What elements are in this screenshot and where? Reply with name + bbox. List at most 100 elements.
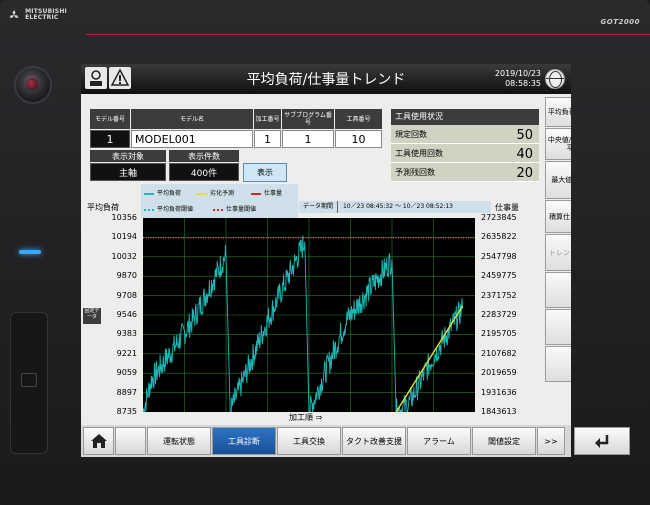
brand-line2: ELECTRIC bbox=[25, 14, 59, 21]
y-tick-label: 10032 bbox=[111, 251, 137, 261]
legend-item: 平均負荷閾値 bbox=[144, 204, 193, 213]
legend-item: 平均負荷 bbox=[144, 188, 181, 197]
y2-tick-label: 2107682 bbox=[481, 348, 517, 358]
operation-status-button[interactable]: 運転状態 bbox=[147, 427, 211, 455]
side-menu-button[interactable] bbox=[545, 309, 571, 345]
y2-axis-label: 仕事量 bbox=[495, 203, 519, 212]
tact-improvement-button[interactable]: タクト改善支援 bbox=[342, 427, 406, 455]
legend-item: 仕事量閾値 bbox=[213, 204, 256, 213]
y2-tick-label: 1931636 bbox=[481, 387, 517, 397]
globe-icon[interactable] bbox=[545, 69, 565, 89]
tool-number-value: 10 bbox=[335, 130, 382, 148]
usb-icon bbox=[21, 373, 37, 387]
legend-swatch bbox=[251, 192, 261, 195]
side-menu-button[interactable]: トレンドデータ bbox=[545, 234, 571, 271]
tool-usage-label: 規定回数 bbox=[395, 130, 427, 139]
y-tick-label: 9059 bbox=[116, 368, 137, 378]
home-button[interactable] bbox=[83, 427, 114, 455]
return-icon bbox=[595, 435, 609, 448]
tool-change-button[interactable]: 工具交換 bbox=[277, 427, 341, 455]
model-name: GOT2000 bbox=[600, 18, 640, 26]
threshold-setting-button[interactable]: 閾値設定 bbox=[472, 427, 536, 455]
legend-swatch bbox=[144, 192, 154, 195]
y-tick-label: 8897 bbox=[116, 387, 137, 397]
y2-tick-label: 2459775 bbox=[481, 271, 517, 281]
side-menu-button[interactable]: 平均負荷/仕事量 bbox=[545, 97, 571, 127]
tool-usage-title: 工具使用状況 bbox=[391, 109, 539, 125]
y2-tick-label: 2635822 bbox=[481, 232, 517, 242]
y2-tick-label: 2547798 bbox=[481, 251, 517, 261]
y2-tick-label: 2723845 bbox=[481, 213, 517, 222]
display-count-select[interactable]: 400件 bbox=[169, 163, 239, 181]
model-number-header: モデル番号 bbox=[90, 109, 130, 129]
legend-label: 平均負荷 bbox=[157, 190, 182, 197]
tool-number-header: 工具番号 bbox=[335, 109, 382, 129]
gear-person-icon[interactable] bbox=[85, 67, 107, 89]
tool-diagnosis-button[interactable]: 工具診断 bbox=[212, 427, 276, 455]
page-title: 平均負荷/仕事量トレンド bbox=[246, 72, 406, 88]
model-name-value: MODEL001 bbox=[131, 130, 253, 148]
mitsubishi-logo-icon bbox=[9, 9, 19, 18]
side-menu-button[interactable] bbox=[545, 272, 571, 308]
tool-usage-value: 50 bbox=[516, 128, 533, 143]
y-tick-label: 10356 bbox=[111, 213, 137, 222]
data-period: データ期間 10／23 08:45:32 ～ 10／23 08:52:13 bbox=[299, 201, 491, 213]
tool-usage-value: 40 bbox=[516, 147, 533, 162]
legend-swatch bbox=[197, 192, 207, 195]
title-bar: 平均負荷/仕事量トレンド 2019/10/23 08:58:35 bbox=[81, 64, 571, 94]
legend-label: 仕事量閾値 bbox=[226, 206, 257, 213]
model-number-value: 1 bbox=[90, 130, 130, 148]
subprogram-number-value: 1 bbox=[282, 130, 334, 148]
datetime: 2019/10/23 08:58:35 bbox=[495, 69, 541, 89]
camera-icon bbox=[14, 66, 52, 104]
legend-item: 仕事量 bbox=[251, 188, 282, 197]
process-number-value: 1 bbox=[254, 130, 281, 148]
y2-tick-label: 2283729 bbox=[481, 310, 517, 319]
legend-item: 劣化予測 bbox=[197, 188, 234, 197]
brand: MITSUBISHI ELECTRIC bbox=[8, 9, 67, 21]
tool-usage-row: 予測残回数 20 bbox=[391, 163, 539, 182]
blank-button[interactable] bbox=[115, 427, 146, 455]
model-name-header: モデル名 bbox=[131, 109, 253, 129]
legend-swatch bbox=[144, 208, 154, 211]
side-menu-button[interactable]: 最大値/最小値 bbox=[545, 161, 571, 199]
chart-legend: 平均負荷 劣化予測 仕事量 平均負荷閾値 仕事量閾値 bbox=[141, 184, 298, 218]
side-menu-button[interactable]: 積算仕事量比較 bbox=[545, 200, 571, 233]
trend-chart bbox=[143, 218, 475, 412]
y2-tick-label: 2371752 bbox=[481, 290, 517, 300]
x-axis-label: 加工順 ⇒ bbox=[289, 413, 323, 422]
display-target-label: 表示対象 bbox=[90, 150, 166, 162]
display-count-label: 表示件数 bbox=[169, 150, 239, 162]
power-led bbox=[19, 250, 41, 254]
alert-icon[interactable] bbox=[109, 67, 131, 89]
return-button[interactable] bbox=[574, 427, 630, 455]
tool-usage-label: 工具使用回数 bbox=[395, 149, 443, 158]
y-tick-label: 8735 bbox=[116, 407, 137, 416]
alarm-button[interactable]: アラーム bbox=[407, 427, 471, 455]
period-label: データ期間 bbox=[299, 201, 339, 213]
bottom-menu: 運転状態 工具診断 工具交換 タクト改善支援 アラーム 閾値設定 >> bbox=[81, 425, 571, 457]
side-menu-button[interactable] bbox=[545, 346, 571, 382]
y-axis-label: 平均負荷 bbox=[87, 203, 119, 212]
hmi-screen: 平均負荷/仕事量トレンド 2019/10/23 08:58:35 モデル番号 モ… bbox=[81, 64, 571, 457]
legend-label: 仕事量 bbox=[264, 190, 283, 197]
show-button[interactable]: 表示 bbox=[243, 163, 287, 182]
tool-usage-row: 規定回数 50 bbox=[391, 125, 539, 144]
y-tick-label: 10194 bbox=[111, 232, 137, 242]
subprogram-number-header: サブプログラム番号 bbox=[282, 109, 334, 129]
more-button[interactable]: >> bbox=[537, 427, 565, 455]
usb-port-cover[interactable] bbox=[10, 312, 48, 454]
accent-line bbox=[86, 34, 650, 35]
time-text: 08:58:35 bbox=[505, 79, 541, 88]
legend-label: 劣化予測 bbox=[210, 190, 235, 197]
tool-usage-label: 予測残回数 bbox=[395, 168, 435, 177]
date-text: 2019/10/23 bbox=[494, 69, 541, 78]
y-tick-label: 9383 bbox=[116, 329, 137, 339]
process-number-header: 加工番号 bbox=[254, 109, 281, 129]
display-target-select[interactable]: 主軸 bbox=[90, 163, 166, 181]
side-menu-button[interactable]: 中央値/指定区間平均 bbox=[545, 128, 571, 160]
series-degradation-prediction bbox=[395, 305, 464, 412]
series-average-load bbox=[143, 235, 464, 412]
tool-usage-row: 工具使用回数 40 bbox=[391, 144, 539, 163]
y-tick-label: 9870 bbox=[116, 271, 137, 281]
